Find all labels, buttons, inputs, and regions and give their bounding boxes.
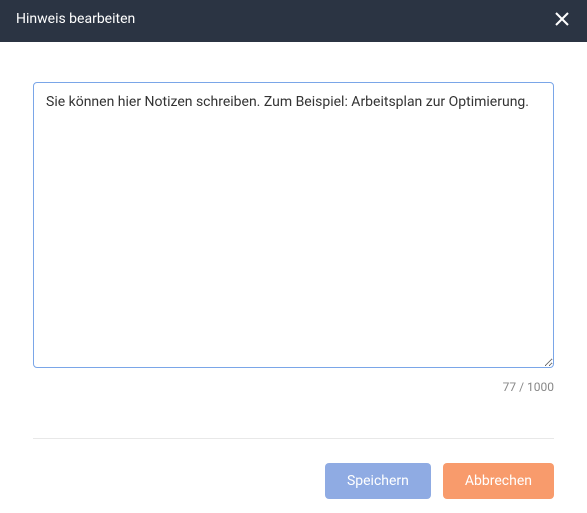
save-button[interactable]: Speichern: [325, 463, 431, 499]
char-counter: 77 / 1000: [33, 380, 554, 394]
modal-body: 77 / 1000: [0, 42, 587, 394]
modal-title: Hinweis bearbeiten: [16, 11, 135, 27]
close-button[interactable]: [553, 10, 571, 28]
note-textarea[interactable]: [33, 82, 554, 368]
modal-footer: Speichern Abbrechen: [33, 438, 554, 499]
cancel-button[interactable]: Abbrechen: [443, 463, 554, 499]
modal-header: Hinweis bearbeiten: [0, 0, 587, 42]
close-icon: [555, 12, 569, 26]
